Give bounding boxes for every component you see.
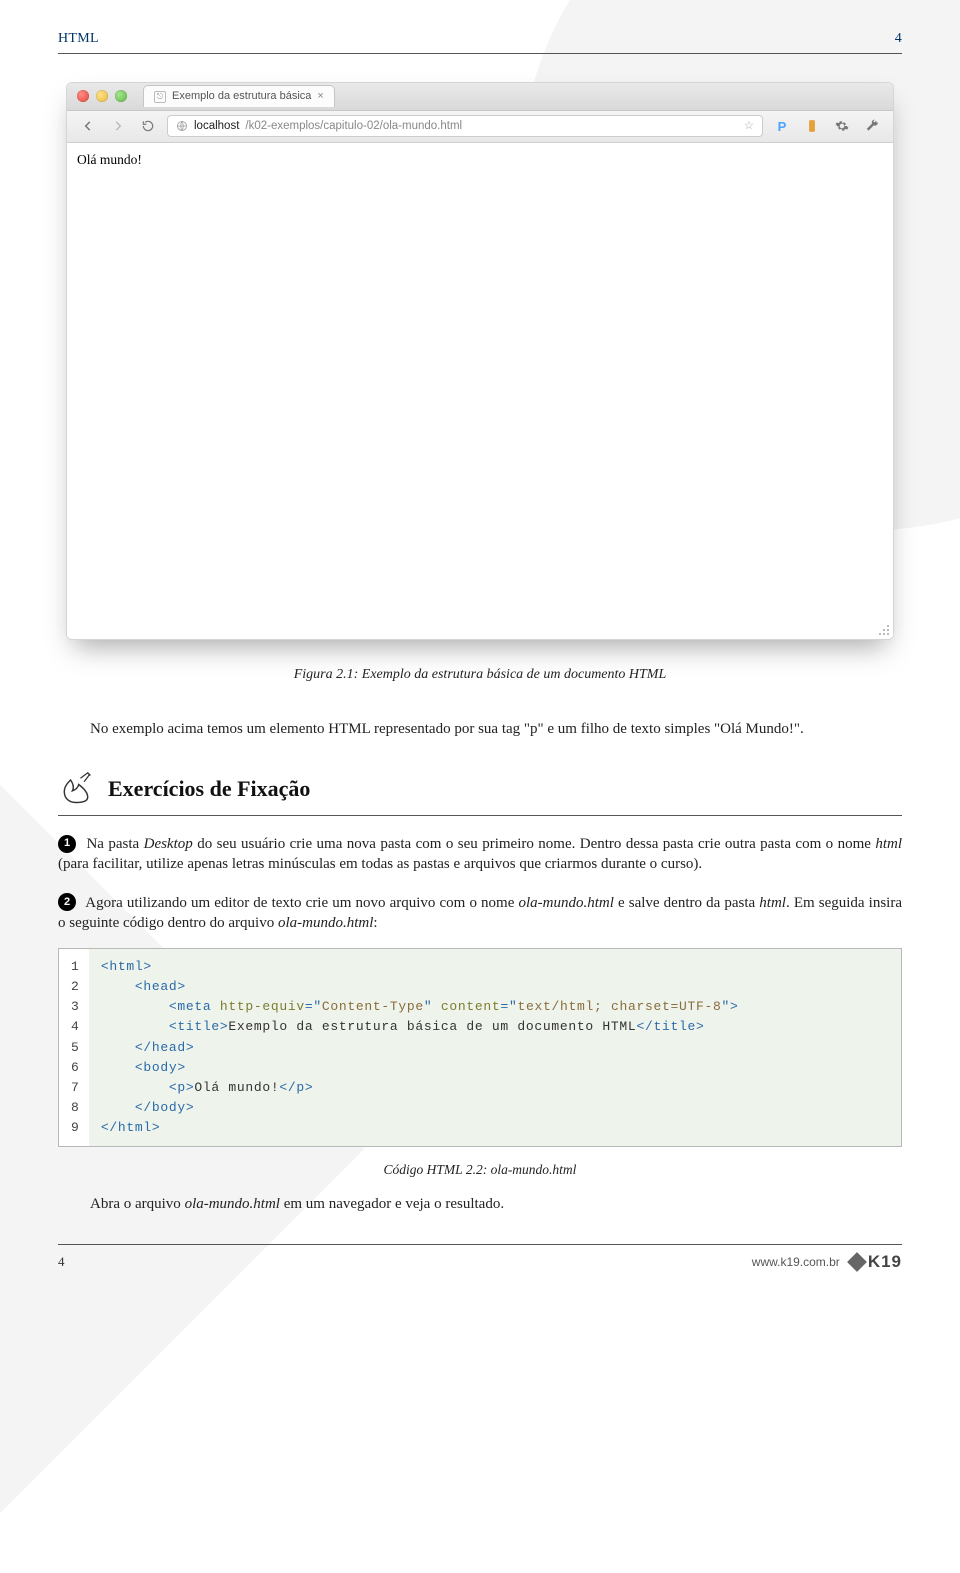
browser-viewport: Olá mundo!	[67, 143, 893, 639]
tab-close-icon[interactable]: ×	[317, 89, 323, 104]
wrench-icon[interactable]	[861, 115, 883, 137]
reload-button[interactable]	[137, 115, 159, 137]
section-title: Exercícios de Fixação	[108, 774, 310, 804]
globe-icon	[176, 120, 188, 132]
browser-toolbar: localhost/k02-exemplos/capitulo-02/ola-m…	[67, 111, 893, 143]
settings-gear-icon[interactable]	[831, 115, 853, 137]
page-footer: 4 www.k19.com.br K19	[58, 1244, 902, 1274]
code-content: <html> <head> <meta http-equiv="Content-…	[89, 949, 901, 1146]
back-button[interactable]	[77, 115, 99, 137]
page-header: HTML 4	[58, 30, 902, 54]
tab-favicon-icon: ⎋	[154, 91, 166, 103]
header-page-number: 4	[895, 30, 902, 49]
minimize-window-icon[interactable]	[96, 90, 108, 102]
url-host: localhost	[194, 119, 239, 135]
header-section-name: HTML	[58, 30, 99, 49]
exercise-badge-2: 2	[58, 893, 76, 911]
url-path: /k02-exemplos/capitulo-02/ola-mundo.html	[245, 119, 462, 135]
address-bar[interactable]: localhost/k02-exemplos/capitulo-02/ola-m…	[167, 115, 763, 137]
exercise-2: 2 Agora utilizando um editor de texto cr…	[58, 893, 902, 934]
page-body-text: Olá mundo!	[77, 152, 142, 167]
figure-caption: Figura 2.1: Exemplo da estrutura básica …	[58, 666, 902, 685]
extension-p-icon[interactable]: P	[771, 115, 793, 137]
section-header: Exercícios de Fixação	[58, 757, 902, 816]
window-controls	[77, 90, 127, 102]
closing-paragraph: Abra o arquivo ola-mundo.html em um nave…	[58, 1194, 902, 1214]
exercise-1: 1 Na pasta Desktop do seu usuário crie u…	[58, 834, 902, 875]
code-line-numbers: 1 2 3 4 5 6 7 8 9	[59, 949, 89, 1146]
browser-titlebar: ⎋ Exemplo da estrutura básica ×	[67, 83, 893, 111]
browser-tab[interactable]: ⎋ Exemplo da estrutura básica ×	[143, 85, 335, 107]
k19-logo: K19	[850, 1251, 902, 1274]
intro-paragraph: No exemplo acima temos um elemento HTML …	[58, 719, 902, 739]
browser-screenshot: ⎋ Exemplo da estrutura básica × localhos…	[66, 82, 894, 640]
tab-title: Exemplo da estrutura básica	[172, 89, 311, 104]
maximize-window-icon[interactable]	[115, 90, 127, 102]
resize-grip-icon[interactable]	[875, 621, 889, 635]
footer-url: www.k19.com.br	[752, 1254, 840, 1270]
k19-logo-icon	[847, 1252, 867, 1272]
extension-device-icon[interactable]	[801, 115, 823, 137]
exercise-badge-1: 1	[58, 835, 76, 853]
bookmark-star-icon[interactable]: ☆	[744, 119, 754, 135]
code-listing: 1 2 3 4 5 6 7 8 9 <html> <head> <meta ht…	[58, 948, 902, 1147]
exercise-head-icon	[58, 771, 94, 807]
footer-page-number: 4	[58, 1253, 65, 1271]
forward-button[interactable]	[107, 115, 129, 137]
code-caption: Código HTML 2.2: ola-mundo.html	[58, 1161, 902, 1179]
close-window-icon[interactable]	[77, 90, 89, 102]
